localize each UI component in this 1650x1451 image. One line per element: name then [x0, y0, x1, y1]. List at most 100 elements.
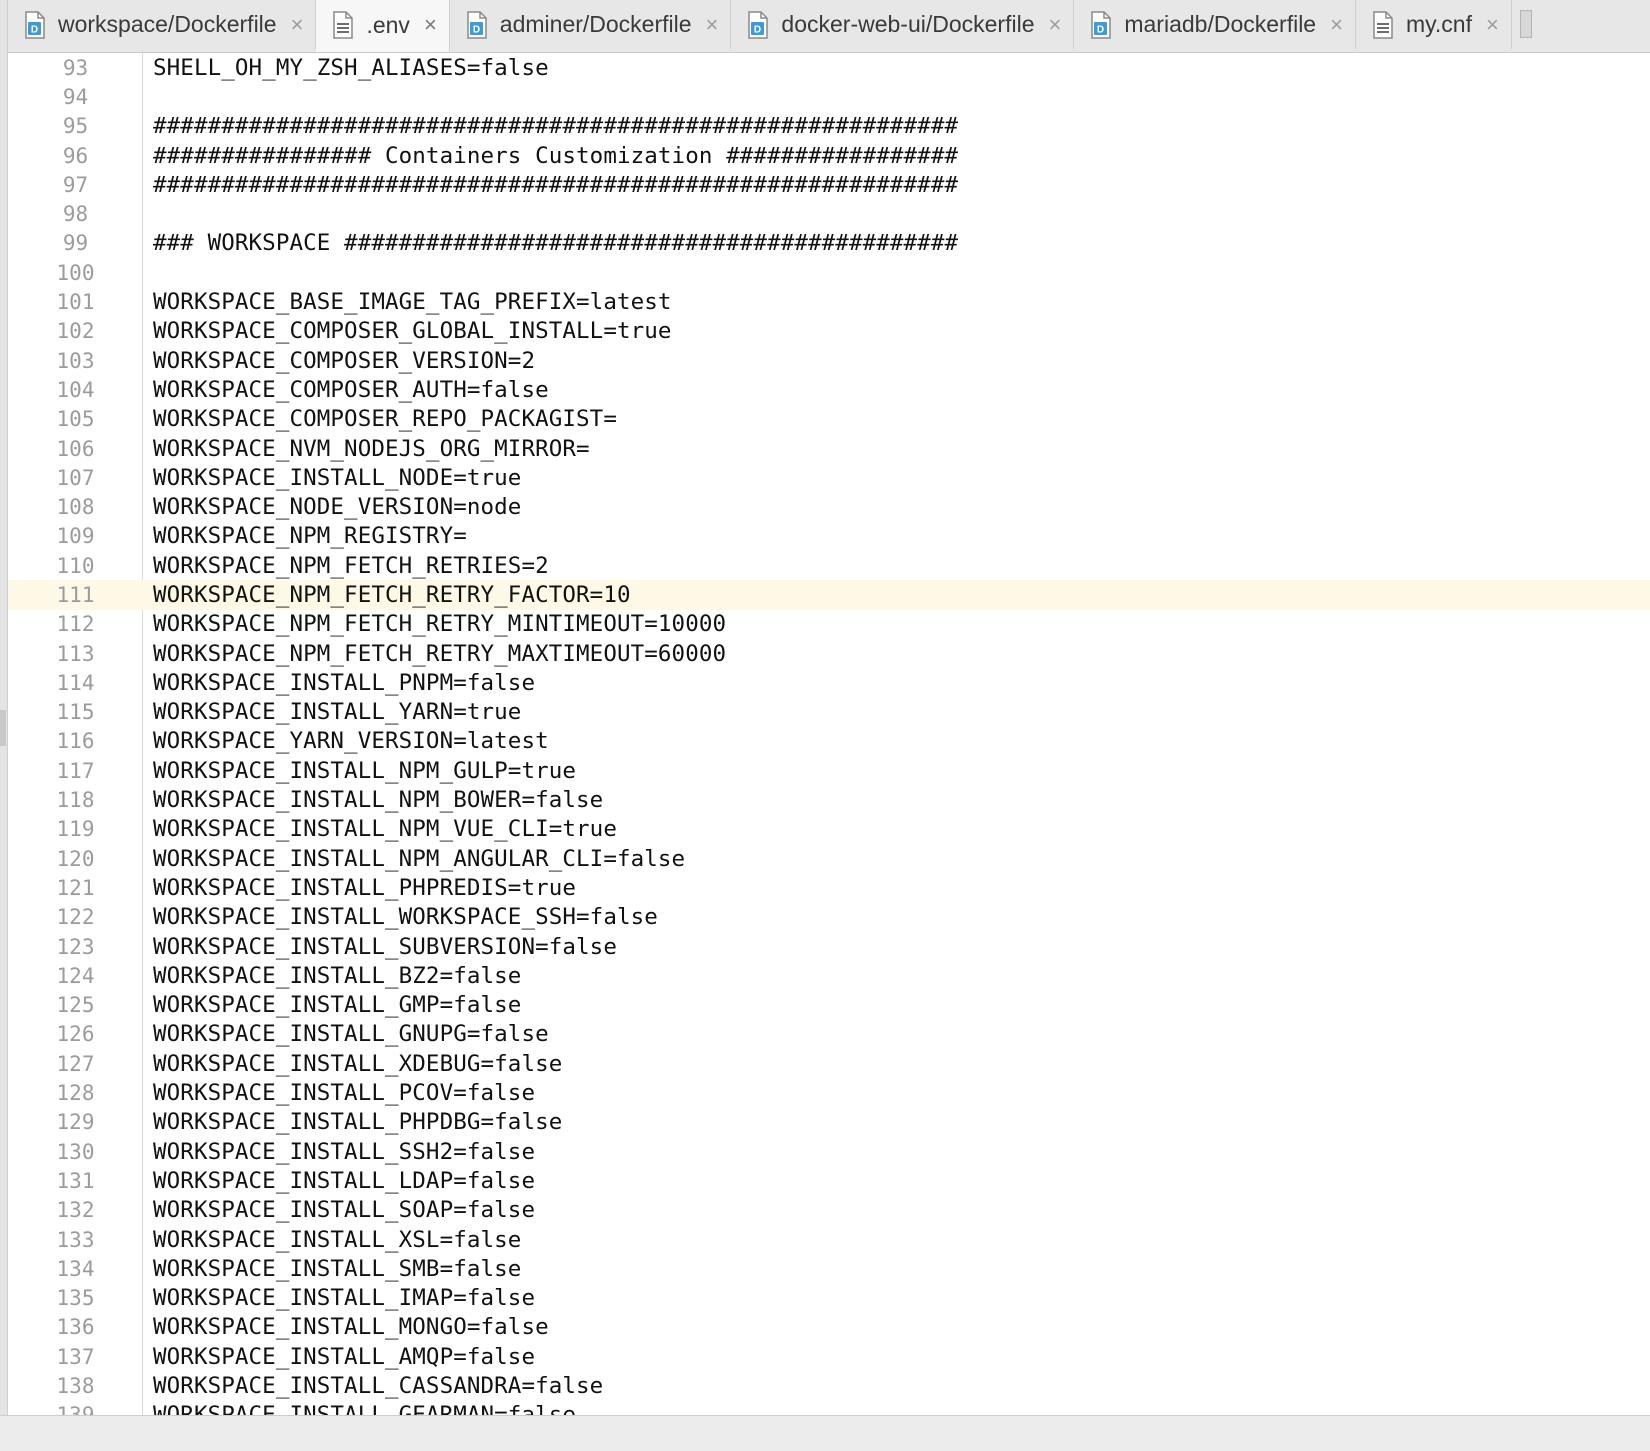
tab-env[interactable]: .env × — [316, 0, 450, 52]
code-text[interactable]: WORKSPACE_INSTALL_SSH2=false — [143, 1139, 535, 1165]
code-line[interactable]: 99 ### WORKSPACE ########################… — [8, 229, 1650, 258]
code-line[interactable]: 110 WORKSPACE_NPM_FETCH_RETRIES=2 — [8, 551, 1650, 580]
code-text[interactable]: WORKSPACE_COMPOSER_REPO_PACKAGIST= — [143, 406, 617, 432]
code-text[interactable]: ### WORKSPACE ##########################… — [143, 230, 958, 256]
code-text[interactable]: WORKSPACE_INSTALL_PHPDBG=false — [143, 1109, 562, 1135]
code-line[interactable]: 115 WORKSPACE_INSTALL_YARN=true — [8, 698, 1650, 727]
code-text[interactable]: WORKSPACE_INSTALL_PNPM=false — [143, 670, 535, 696]
code-line[interactable]: 95 ######################################… — [8, 112, 1650, 141]
code-text[interactable]: WORKSPACE_INSTALL_IMAP=false — [143, 1285, 535, 1311]
code-text[interactable]: WORKSPACE_NPM_FETCH_RETRIES=2 — [143, 553, 549, 579]
close-icon[interactable]: × — [1486, 13, 1499, 36]
code-line[interactable]: 120 WORKSPACE_INSTALL_NPM_ANGULAR_CLI=fal… — [8, 844, 1650, 873]
code-line[interactable]: 137 WORKSPACE_INSTALL_AMQP=false — [8, 1342, 1650, 1371]
code-line[interactable]: 108 WORKSPACE_NODE_VERSION=node — [8, 492, 1650, 521]
hidden-tab-sliver[interactable] — [1512, 0, 1542, 52]
code-line[interactable]: 125 WORKSPACE_INSTALL_GMP=false — [8, 991, 1650, 1020]
close-icon[interactable]: × — [1330, 13, 1343, 36]
code-line[interactable]: 96 ################ Containers Customizat… — [8, 141, 1650, 170]
tab-adminer-dockerfile[interactable]: Dadminer/Dockerfile × — [450, 0, 732, 49]
code-line[interactable]: 131 WORKSPACE_INSTALL_LDAP=false — [8, 1166, 1650, 1195]
code-line[interactable]: 94 — [8, 82, 1650, 111]
code-text[interactable]: WORKSPACE_BASE_IMAGE_TAG_PREFIX=latest — [143, 289, 672, 315]
code-text[interactable]: WORKSPACE_INSTALL_NPM_VUE_CLI=true — [143, 816, 617, 842]
code-line[interactable]: 103 WORKSPACE_COMPOSER_VERSION=2 — [8, 346, 1650, 375]
code-text[interactable]: WORKSPACE_NPM_FETCH_RETRY_FACTOR=10 — [143, 582, 631, 608]
code-text[interactable]: WORKSPACE_INSTALL_XSL=false — [143, 1227, 521, 1253]
code-text[interactable]: ########################################… — [143, 113, 958, 139]
code-line[interactable]: 132 WORKSPACE_INSTALL_SOAP=false — [8, 1196, 1650, 1225]
code-text[interactable]: WORKSPACE_INSTALL_XDEBUG=false — [143, 1051, 562, 1077]
code-line[interactable]: 111 WORKSPACE_NPM_FETCH_RETRY_FACTOR=10 — [8, 580, 1650, 610]
code-text[interactable]: WORKSPACE_INSTALL_NPM_BOWER=false — [143, 787, 603, 813]
code-line[interactable]: 97 ######################################… — [8, 170, 1650, 199]
code-text[interactable]: WORKSPACE_NPM_FETCH_RETRY_MAXTIMEOUT=600… — [143, 641, 726, 667]
close-icon[interactable]: × — [291, 13, 304, 36]
code-line[interactable]: 139WORKSPACE_INSTALL_GEARMAN=false — [8, 1401, 1650, 1415]
code-line[interactable]: 106 WORKSPACE_NVM_NODEJS_ORG_MIRROR= — [8, 434, 1650, 463]
code-text[interactable]: WORKSPACE_INSTALL_AMQP=false — [143, 1344, 535, 1370]
code-text[interactable]: WORKSPACE_NVM_NODEJS_ORG_MIRROR= — [143, 436, 590, 462]
code-line[interactable]: 136 WORKSPACE_INSTALL_MONGO=false — [8, 1313, 1650, 1342]
code-text[interactable]: WORKSPACE_INSTALL_YARN=true — [143, 699, 521, 725]
tab-mariadb-dockerfile[interactable]: Dmariadb/Dockerfile × — [1074, 0, 1356, 49]
tab-docker-web-ui-dockerfile[interactable]: Ddocker-web-ui/Dockerfile × — [731, 0, 1075, 49]
code-line[interactable]: 109 WORKSPACE_NPM_REGISTRY= — [8, 522, 1650, 551]
code-line[interactable]: 105 WORKSPACE_COMPOSER_REPO_PACKAGIST= — [8, 405, 1650, 434]
code-line[interactable]: 130 WORKSPACE_INSTALL_SSH2=false — [8, 1137, 1650, 1166]
code-text[interactable]: ########################################… — [143, 172, 958, 198]
code-line[interactable]: 123 WORKSPACE_INSTALL_SUBVERSION=false — [8, 932, 1650, 961]
code-text[interactable]: WORKSPACE_INSTALL_WORKSPACE_SSH=false — [143, 904, 658, 930]
code-text[interactable]: WORKSPACE_INSTALL_NODE=true — [143, 465, 521, 491]
code-text[interactable]: WORKSPACE_COMPOSER_AUTH=false — [143, 377, 549, 403]
code-text[interactable]: WORKSPACE_INSTALL_NPM_ANGULAR_CLI=false — [143, 846, 685, 872]
code-text[interactable]: WORKSPACE_INSTALL_GMP=false — [143, 992, 521, 1018]
code-text[interactable]: ################ Containers Customizatio… — [143, 143, 958, 169]
code-line[interactable]: 107 WORKSPACE_INSTALL_NODE=true — [8, 463, 1650, 492]
code-text[interactable]: WORKSPACE_INSTALL_LDAP=false — [143, 1168, 535, 1194]
code-line[interactable]: 104 WORKSPACE_COMPOSER_AUTH=false — [8, 375, 1650, 404]
code-line[interactable]: 121 WORKSPACE_INSTALL_PHPREDIS=true — [8, 873, 1650, 902]
tab-my-cnf[interactable]: my.cnf × — [1356, 0, 1512, 49]
code-line[interactable]: 93 SHELL_OH_MY_ZSH_ALIASES=false — [8, 53, 1650, 82]
code-text[interactable]: WORKSPACE_INSTALL_PCOV=false — [143, 1080, 535, 1106]
code-line[interactable]: 101 WORKSPACE_BASE_IMAGE_TAG_PREFIX=lates… — [8, 287, 1650, 316]
code-line[interactable]: 119 WORKSPACE_INSTALL_NPM_VUE_CLI=true — [8, 815, 1650, 844]
code-text[interactable]: WORKSPACE_INSTALL_CASSANDRA=false — [143, 1373, 603, 1399]
code-line[interactable]: 98 — [8, 199, 1650, 228]
code-editor[interactable]: 93 SHELL_OH_MY_ZSH_ALIASES=false 94 95 #####… — [8, 53, 1650, 1415]
code-line[interactable]: 135 WORKSPACE_INSTALL_IMAP=false — [8, 1283, 1650, 1312]
code-text[interactable]: WORKSPACE_INSTALL_GEARMAN=false — [143, 1402, 576, 1415]
code-text[interactable]: WORKSPACE_NPM_FETCH_RETRY_MINTIMEOUT=100… — [143, 611, 726, 637]
tab-workspace-dockerfile[interactable]: Dworkspace/Dockerfile × — [8, 0, 317, 49]
code-text[interactable]: WORKSPACE_NODE_VERSION=node — [143, 494, 521, 520]
code-line[interactable]: 122 WORKSPACE_INSTALL_WORKSPACE_SSH=false — [8, 903, 1650, 932]
code-line[interactable]: 118 WORKSPACE_INSTALL_NPM_BOWER=false — [8, 785, 1650, 814]
close-icon[interactable]: × — [424, 14, 437, 36]
code-line[interactable]: 126 WORKSPACE_INSTALL_GNUPG=false — [8, 1020, 1650, 1049]
code-text[interactable]: WORKSPACE_YARN_VERSION=latest — [143, 728, 549, 754]
code-line[interactable]: 116 WORKSPACE_YARN_VERSION=latest — [8, 727, 1650, 756]
code-text[interactable]: WORKSPACE_INSTALL_SUBVERSION=false — [143, 934, 617, 960]
code-line[interactable]: 134 WORKSPACE_INSTALL_SMB=false — [8, 1254, 1650, 1283]
code-text[interactable]: WORKSPACE_INSTALL_SOAP=false — [143, 1197, 535, 1223]
code-line[interactable]: 114 WORKSPACE_INSTALL_PNPM=false — [8, 668, 1650, 697]
code-line[interactable]: 138 WORKSPACE_INSTALL_CASSANDRA=false — [8, 1371, 1650, 1400]
close-icon[interactable]: × — [706, 13, 719, 36]
code-line[interactable]: 124 WORKSPACE_INSTALL_BZ2=false — [8, 961, 1650, 990]
code-text[interactable]: WORKSPACE_INSTALL_NPM_GULP=true — [143, 758, 576, 784]
code-text[interactable]: SHELL_OH_MY_ZSH_ALIASES=false — [143, 55, 549, 81]
close-icon[interactable]: × — [1049, 13, 1062, 36]
code-text[interactable]: WORKSPACE_INSTALL_GNUPG=false — [143, 1021, 549, 1047]
code-text[interactable]: WORKSPACE_NPM_REGISTRY= — [143, 523, 467, 549]
code-line[interactable]: 112 WORKSPACE_NPM_FETCH_RETRY_MINTIMEOUT=… — [8, 610, 1650, 639]
code-line[interactable]: 128 WORKSPACE_INSTALL_PCOV=false — [8, 1078, 1650, 1107]
code-line[interactable]: 117 WORKSPACE_INSTALL_NPM_GULP=true — [8, 756, 1650, 785]
code-line[interactable]: 129 WORKSPACE_INSTALL_PHPDBG=false — [8, 1108, 1650, 1137]
code-text[interactable]: WORKSPACE_INSTALL_PHPREDIS=true — [143, 875, 576, 901]
code-line[interactable]: 113 WORKSPACE_NPM_FETCH_RETRY_MAXTIMEOUT=… — [8, 639, 1650, 668]
code-text[interactable]: WORKSPACE_INSTALL_BZ2=false — [143, 963, 521, 989]
code-line[interactable]: 100 — [8, 258, 1650, 287]
code-text[interactable]: WORKSPACE_COMPOSER_VERSION=2 — [143, 348, 535, 374]
code-line[interactable]: 102 WORKSPACE_COMPOSER_GLOBAL_INSTALL=tru… — [8, 317, 1650, 346]
